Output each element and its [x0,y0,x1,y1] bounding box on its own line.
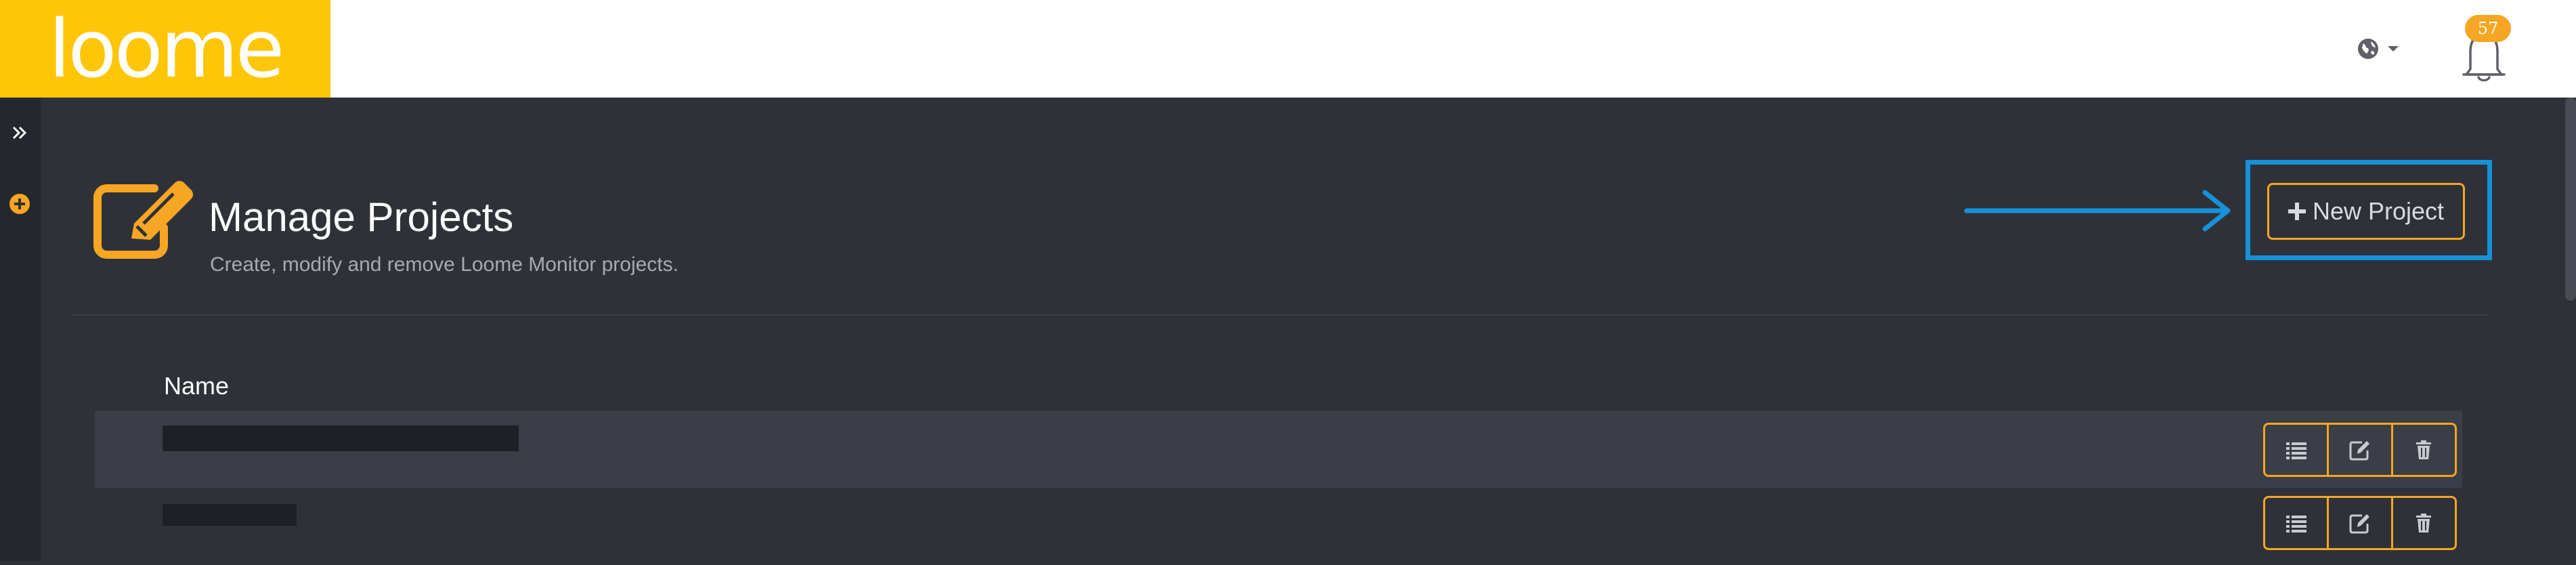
sidebar-rail [0,98,41,561]
edit-icon [2349,441,2369,461]
language-selector[interactable] [2357,35,2411,62]
edit-button[interactable] [2329,498,2393,548]
redacted-project-name [163,425,519,451]
logo[interactable]: loome [0,0,330,98]
delete-button[interactable] [2393,425,2455,475]
scrollbar-thumb[interactable] [2565,98,2576,301]
plus-icon [2288,203,2306,220]
caret-down-icon [2388,46,2399,51]
new-project-label: New Project [2312,197,2445,225]
edit-square-icon [93,181,193,259]
notifications-button[interactable]: 57 [2450,14,2518,88]
double-chevron-right-icon[interactable] [8,121,33,145]
arrow-right-icon [1964,190,2231,232]
details-button[interactable] [2265,498,2330,548]
edit-icon [2349,514,2369,534]
delete-button[interactable] [2393,498,2455,548]
row-actions [2263,496,2457,550]
details-button[interactable] [2265,425,2330,475]
page-title: Manage Projects [209,194,514,240]
table-row[interactable] [95,411,2462,488]
list-icon [2285,442,2306,459]
redacted-project-name [163,504,297,526]
trash-icon [2416,514,2432,532]
column-header-name: Name [164,372,230,400]
divider [72,314,2489,316]
logo-text: loome [47,2,287,96]
table-row[interactable] [95,488,2462,565]
edit-button[interactable] [2329,425,2393,475]
page-subtitle: Create, modify and remove Loome Monitor … [210,253,679,276]
top-bar: loome 57 [0,0,2576,98]
list-icon [2285,516,2306,532]
row-actions [2263,423,2457,477]
new-project-button[interactable]: New Project [2267,183,2465,240]
globe-icon [2358,39,2378,59]
plus-circle-icon[interactable] [8,192,31,215]
trash-icon [2416,440,2432,459]
notification-badge: 57 [2465,15,2511,42]
